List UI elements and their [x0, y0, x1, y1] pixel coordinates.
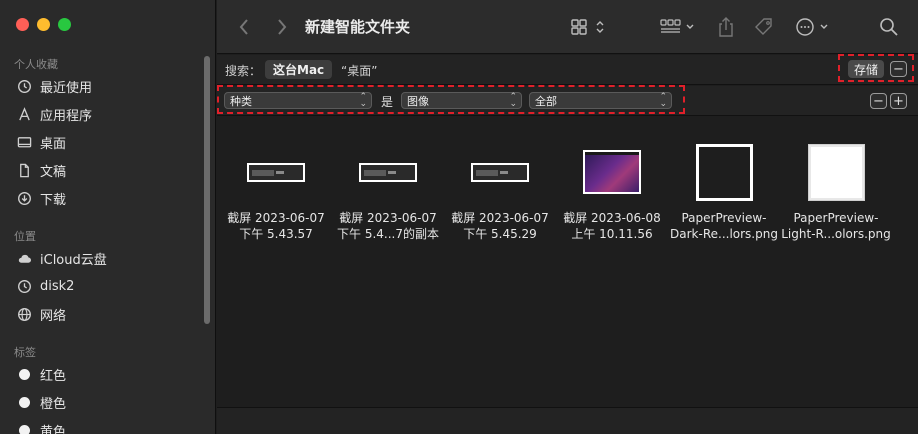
file-item[interactable]: 截屏 2023-06-08 上午 10.11.56 [556, 140, 668, 242]
file-thumbnail [668, 140, 780, 204]
clock-icon [16, 278, 32, 294]
file-name-line2: 下午 5.4...7的副本 [337, 227, 439, 241]
sidebar-item-network[interactable]: 网络 [16, 304, 66, 324]
sidebar-item-tag-yellow[interactable]: 黄色 [16, 420, 66, 434]
back-button[interactable] [233, 16, 255, 38]
scope-desktop-button[interactable]: “桌面” [341, 62, 377, 79]
file-thumbnail [332, 140, 444, 204]
sidebar-item-label: 黄色 [40, 424, 67, 434]
file-name-line2: Dark-Re...lors.png [670, 227, 778, 241]
sidebar-item-tag-red[interactable]: 红色 [16, 364, 66, 384]
sidebar-item-label: 桌面 [40, 136, 67, 152]
clock-icon [16, 78, 32, 94]
sidebar-item-tag-orange[interactable]: 橙色 [16, 392, 66, 412]
file-item[interactable]: PaperPreview- Dark-Re...lors.png [668, 140, 780, 242]
search-icon [880, 18, 898, 36]
desktop-icon [16, 134, 32, 150]
file-name-line1: 截屏 2023-06-07 [339, 211, 437, 225]
tag-icon [755, 18, 772, 35]
file-name-line2: 下午 5.45.29 [463, 227, 537, 241]
file-item[interactable]: PaperPreview- Light-R...olors.png [780, 140, 892, 242]
sidebar-item-label: 应用程序 [40, 108, 93, 124]
file-thumbnail [780, 140, 892, 204]
sidebar-item-label: 下载 [40, 192, 67, 208]
file-name-line2: 上午 10.11.56 [571, 227, 653, 241]
forward-button[interactable] [271, 16, 293, 38]
file-name-line1: 截屏 2023-06-07 [227, 211, 325, 225]
window-title: 新建智能文件夹 [305, 18, 411, 36]
cloud-icon [16, 250, 32, 266]
sidebar-item-label: 橙色 [40, 396, 67, 412]
file-name-line1: PaperPreview- [793, 211, 879, 225]
file-item[interactable]: 截屏 2023-06-07 下午 5.43.57 [220, 140, 332, 242]
sidebar-item-applications[interactable]: 应用程序 [16, 104, 92, 124]
sidebar-item-desktop[interactable]: 桌面 [16, 132, 66, 152]
sidebar-item-label: 网络 [40, 308, 67, 324]
main-area: 新建智能文件夹 搜索： 这台Mac “桌面” 存储 − 种类 ⌃ ⌄ 是 图像 … [217, 0, 918, 434]
locations-section-title: 位置 [14, 230, 36, 243]
sidebar-item-label: disk2 [40, 278, 75, 294]
scope-this-mac-button[interactable]: 这台Mac [265, 60, 333, 79]
toolbar: 新建智能文件夹 [217, 0, 918, 54]
sidebar-scrollbar[interactable] [204, 56, 210, 324]
more-options-icon [796, 18, 828, 36]
sidebar-item-downloads[interactable]: 下载 [16, 188, 66, 208]
tags-button[interactable] [751, 15, 777, 39]
highlight-box-save [838, 54, 914, 82]
tag-dot-icon [16, 422, 32, 434]
sidebar-item-recents[interactable]: 最近使用 [16, 76, 92, 96]
search-label: 搜索： [225, 64, 262, 78]
sidebar: 个人收藏 最近使用 应用程序 桌面 文稿 下载 位置 iCloud云盘 disk… [0, 0, 216, 434]
action-menu-button[interactable] [793, 15, 837, 39]
tags-section-title: 标签 [14, 346, 36, 359]
file-name-line2: 下午 5.43.57 [239, 227, 313, 241]
sidebar-item-label: 文稿 [40, 164, 67, 180]
file-thumbnail [220, 140, 332, 204]
network-icon [16, 306, 32, 322]
document-icon [16, 162, 32, 178]
sidebar-item-disk2[interactable]: disk2 [16, 276, 74, 296]
zoom-window-button[interactable] [58, 18, 71, 31]
group-icon [660, 19, 694, 33]
sidebar-item-label: 最近使用 [40, 80, 93, 96]
tag-dot-icon [16, 366, 32, 382]
tag-dot-icon [16, 394, 32, 410]
remove-criteria-button[interactable]: − [870, 93, 887, 109]
share-icon [719, 17, 733, 37]
applications-icon [16, 106, 32, 122]
window-controls [16, 18, 71, 31]
grid-view-icon [571, 19, 604, 35]
chevron-right-icon [278, 19, 287, 35]
file-name-line2: Light-R...olors.png [781, 227, 891, 241]
sidebar-item-label: 红色 [40, 368, 67, 384]
file-name-line1: PaperPreview- [681, 211, 767, 225]
minimize-window-button[interactable] [37, 18, 50, 31]
file-thumbnail [444, 140, 556, 204]
status-bar [217, 407, 918, 434]
search-scope-bar: 搜索： 这台Mac “桌面” [217, 55, 918, 85]
file-name-line1: 截屏 2023-06-08 [563, 211, 661, 225]
add-criteria-button[interactable]: + [890, 93, 907, 109]
download-icon [16, 190, 32, 206]
chevron-left-icon [239, 19, 248, 35]
highlight-box-criteria [217, 85, 685, 114]
close-window-button[interactable] [16, 18, 29, 31]
file-item[interactable]: 截屏 2023-06-07 下午 5.4...7的副本 [332, 140, 444, 242]
file-name-line1: 截屏 2023-06-07 [451, 211, 549, 225]
sidebar-item-icloud[interactable]: iCloud云盘 [16, 248, 107, 268]
group-by-button[interactable] [659, 16, 699, 38]
view-mode-button[interactable] [569, 16, 609, 38]
sidebar-item-documents[interactable]: 文稿 [16, 160, 66, 180]
search-button[interactable] [877, 15, 901, 39]
file-thumbnail [556, 140, 668, 204]
file-item[interactable]: 截屏 2023-06-07 下午 5.45.29 [444, 140, 556, 242]
favorites-section-title: 个人收藏 [14, 58, 58, 71]
sidebar-item-label: iCloud云盘 [40, 252, 107, 268]
share-button[interactable] [715, 14, 737, 40]
